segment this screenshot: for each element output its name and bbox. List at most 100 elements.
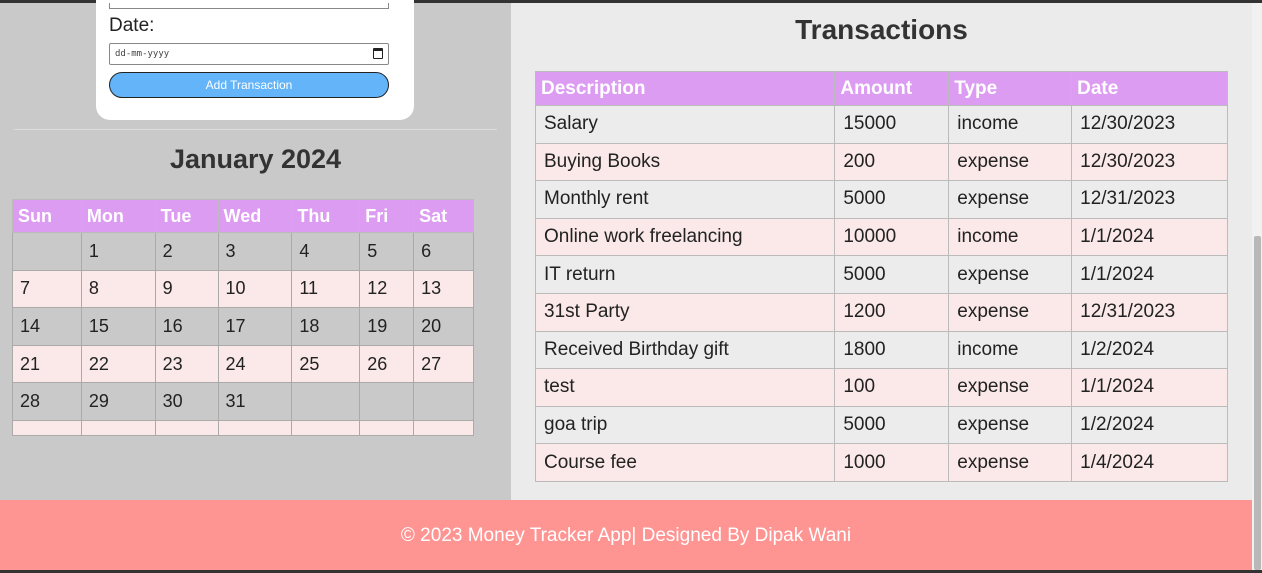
calendar-day[interactable]: 14 <box>12 307 82 346</box>
cell-amount: 1200 <box>834 292 950 332</box>
table-row: Received Birthday gift 1800 income 1/2/2024 <box>534 330 1228 370</box>
weekday-header: Sat <box>413 199 474 233</box>
cell-type: income <box>948 105 1073 144</box>
calendar-day[interactable]: 11 <box>291 269 361 309</box>
cell-description: IT return <box>534 255 836 294</box>
scrollbar-thumb[interactable] <box>1254 236 1261 570</box>
cell-amount: 5000 <box>834 180 950 219</box>
cell-description: Course fee <box>534 443 836 482</box>
calendar-day[interactable] <box>217 419 293 436</box>
calendar-day[interactable] <box>80 419 156 436</box>
calendar-day[interactable]: 20 <box>413 307 474 346</box>
calendar-day[interactable]: 7 <box>12 269 82 309</box>
weekday-header: Mon <box>80 199 156 233</box>
calendar-day[interactable]: 29 <box>80 382 156 421</box>
calendar-day[interactable]: 31 <box>217 382 293 421</box>
calendar-day[interactable]: 9 <box>154 269 219 309</box>
calendar-header-row: Sun Mon Tue Wed Thu Fri Sat <box>12 199 474 233</box>
calendar-week-row <box>12 419 474 436</box>
calendar-day[interactable]: 15 <box>80 307 156 346</box>
column-header-amount: Amount <box>834 71 950 106</box>
calendar-day[interactable]: 24 <box>217 344 293 384</box>
cell-date: 1/4/2024 <box>1071 443 1228 482</box>
calendar-day[interactable] <box>12 419 82 436</box>
table-row: test 100 expense 1/1/2024 <box>534 368 1228 407</box>
calendar-day[interactable]: 16 <box>154 307 219 346</box>
cell-type: expense <box>948 142 1073 182</box>
add-transaction-button[interactable]: Add Transaction <box>109 72 389 98</box>
calendar-day[interactable]: 26 <box>359 344 415 384</box>
table-row: Monthly rent 5000 expense 12/31/2023 <box>534 180 1228 219</box>
table-row: goa trip 5000 expense 1/2/2024 <box>534 405 1228 445</box>
cell-type: expense <box>948 180 1073 219</box>
calendar-day[interactable]: 12 <box>359 269 415 309</box>
transactions-table: Description Amount Type Date Salary 15000… <box>534 71 1228 482</box>
previous-input-field[interactable] <box>109 3 389 9</box>
calendar-day[interactable]: 8 <box>80 269 156 309</box>
date-placeholder: dd-mm-yyyy <box>115 49 170 59</box>
cell-date: 12/31/2023 <box>1071 292 1228 332</box>
cell-type: expense <box>948 255 1073 294</box>
table-row: Course fee 1000 expense 1/4/2024 <box>534 443 1228 482</box>
calendar-day[interactable]: 4 <box>291 232 361 271</box>
calendar-day[interactable]: 17 <box>217 307 293 346</box>
calendar-day[interactable]: 18 <box>291 307 361 346</box>
calendar-day[interactable]: 30 <box>154 382 219 421</box>
calendar-day[interactable]: 27 <box>413 344 474 384</box>
cell-type: expense <box>948 292 1073 332</box>
cell-date: 1/1/2024 <box>1071 255 1228 294</box>
calendar-day[interactable]: 13 <box>413 269 474 309</box>
cell-date: 12/30/2023 <box>1071 105 1228 144</box>
calendar-day[interactable]: 23 <box>154 344 219 384</box>
calendar-week-row: 28 29 30 31 <box>12 382 474 421</box>
cell-amount: 5000 <box>834 255 950 294</box>
weekday-header: Sun <box>12 199 82 233</box>
calendar-day[interactable] <box>359 419 415 436</box>
transactions-title: Transactions <box>795 14 968 45</box>
calendar-week-row: 1 2 3 4 5 6 <box>12 232 474 271</box>
calendar-day[interactable]: 25 <box>291 344 361 384</box>
calendar-day[interactable] <box>291 382 361 421</box>
cell-amount: 5000 <box>834 405 950 445</box>
cell-description: Salary <box>534 105 836 144</box>
calendar-day[interactable] <box>413 419 474 436</box>
calendar-day[interactable]: 10 <box>217 269 293 309</box>
date-label: Date: <box>109 15 155 36</box>
calendar-day[interactable]: 2 <box>154 232 219 271</box>
table-row: Salary 15000 income 12/30/2023 <box>534 105 1228 144</box>
calendar-day[interactable] <box>154 419 219 436</box>
cell-amount: 100 <box>834 368 950 407</box>
weekday-header: Thu <box>291 199 361 233</box>
calendar-week-row: 7 8 9 10 11 12 13 <box>12 269 474 309</box>
calendar-day[interactable] <box>291 419 361 436</box>
weekday-header: Wed <box>217 199 293 233</box>
calendar-day[interactable] <box>12 232 82 271</box>
cell-date: 1/1/2024 <box>1071 217 1228 257</box>
calendar-day[interactable]: 28 <box>12 382 82 421</box>
weekday-header: Tue <box>154 199 219 233</box>
calendar-day[interactable]: 21 <box>12 344 82 384</box>
column-header-type: Type <box>948 71 1073 106</box>
calendar-day[interactable] <box>359 382 415 421</box>
calendar-day[interactable]: 3 <box>217 232 293 271</box>
cell-description: Monthly rent <box>534 180 836 219</box>
cell-type: expense <box>948 443 1073 482</box>
cell-description: goa trip <box>534 405 836 445</box>
cell-date: 12/31/2023 <box>1071 180 1228 219</box>
cell-type: income <box>948 217 1073 257</box>
calendar-day[interactable] <box>413 382 474 421</box>
calendar-day[interactable]: 1 <box>80 232 156 271</box>
cell-description: test <box>534 368 836 407</box>
calendar-week-row: 14 15 16 17 18 19 20 <box>12 307 474 346</box>
calendar-day[interactable]: 6 <box>413 232 474 271</box>
table-row: Buying Books 200 expense 12/30/2023 <box>534 142 1228 182</box>
calendar-day[interactable]: 22 <box>80 344 156 384</box>
transactions-header-row: Description Amount Type Date <box>534 71 1228 106</box>
calendar-day[interactable]: 19 <box>359 307 415 346</box>
table-row: IT return 5000 expense 1/1/2024 <box>534 255 1228 294</box>
calendar-day[interactable]: 5 <box>359 232 415 271</box>
cell-description: 31st Party <box>534 292 836 332</box>
calendar-icon[interactable] <box>373 48 383 59</box>
date-input[interactable]: dd-mm-yyyy <box>109 43 389 65</box>
cell-description: Received Birthday gift <box>534 330 836 370</box>
